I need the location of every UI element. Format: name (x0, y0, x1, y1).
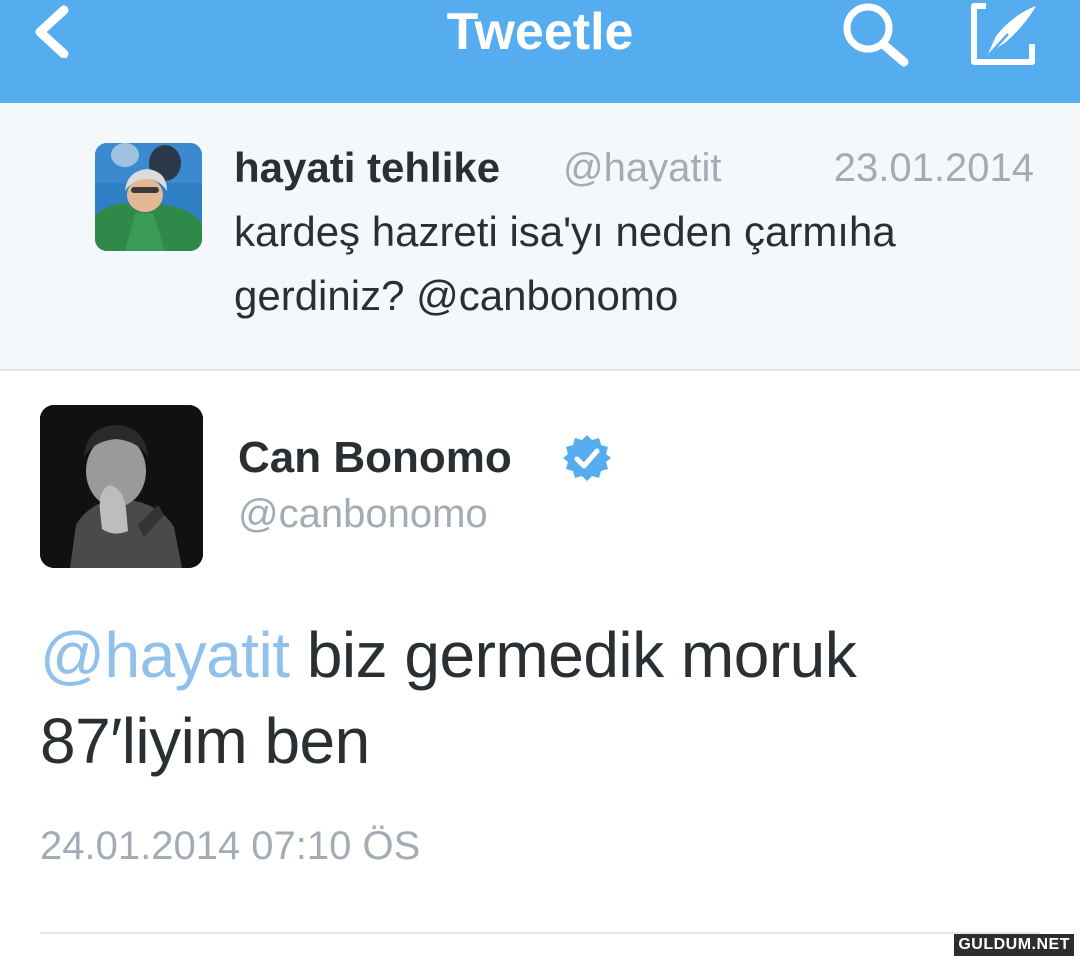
divider (40, 932, 1040, 934)
search-icon[interactable] (836, 0, 914, 70)
parent-author-name[interactable]: hayati tehlike (234, 142, 500, 194)
watermark: GULDUM.NET (954, 934, 1074, 956)
avatar-canbonomo-image (40, 405, 203, 568)
avatar[interactable] (40, 405, 203, 568)
compose-icon[interactable] (966, 0, 1042, 68)
author-handle[interactable]: @canbonomo (238, 488, 488, 540)
tweet-timestamp: 24.01.2014 07:10 ÖS (40, 824, 421, 868)
tweet-text: @hayatit biz germedik moruk 87′liyim ben (40, 612, 1050, 784)
navigation-bar: Tweetle (0, 0, 1080, 103)
avatar-hayatit-image (95, 143, 202, 251)
parent-author-handle[interactable]: @hayatit (563, 142, 721, 194)
verified-badge-icon (563, 435, 611, 481)
tweet-text-line2: 87′liyim ben (40, 705, 370, 777)
parent-tweet-text: kardeş hazreti isa'yı neden çarmıha gerd… (234, 208, 896, 319)
avatar[interactable] (95, 143, 202, 251)
page-title: Tweetle (446, 3, 634, 61)
mention-link[interactable]: @hayatit (40, 619, 290, 691)
author-name[interactable]: Can Bonomo (238, 430, 512, 486)
tweet-text-line1: biz germedik moruk (289, 619, 857, 691)
parent-tweet-date: 23.01.2014 (833, 146, 1034, 190)
